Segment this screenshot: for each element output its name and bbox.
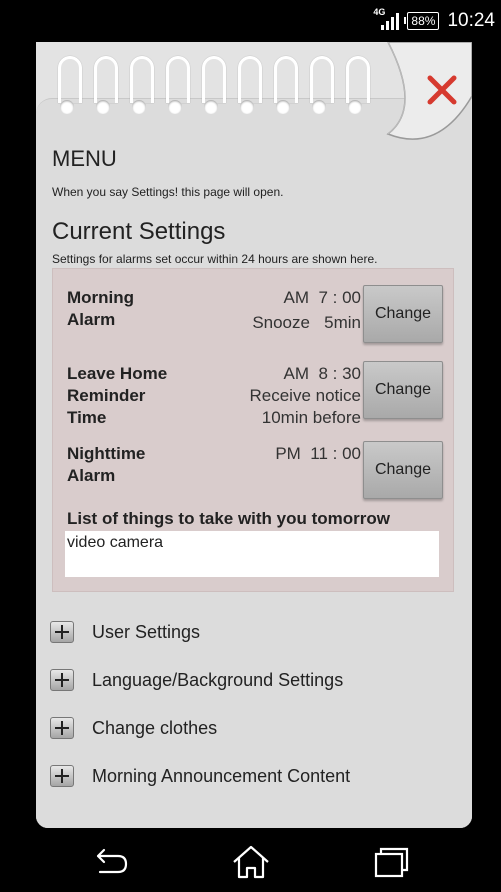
alarm-note: Receive notice xyxy=(249,386,361,405)
binding-ring-icon xyxy=(272,56,298,116)
binding-ring-icon xyxy=(308,56,334,116)
alarm-label-line: Morning xyxy=(67,288,135,307)
alarm-value: PM 11 : 00 xyxy=(275,443,361,465)
binding-ring-icon xyxy=(128,56,154,116)
current-settings-title: Current Settings xyxy=(52,218,226,245)
recents-icon[interactable] xyxy=(366,844,416,880)
plus-icon xyxy=(50,669,74,691)
change-leave-home-button[interactable]: Change xyxy=(363,361,443,419)
take-list-label: List of things to take with you tomorrow xyxy=(67,509,390,528)
alarm-time: AM 7 : 00 xyxy=(283,288,361,307)
binding-ring-icon xyxy=(236,56,262,116)
status-bar: 4G 88% 10:24 xyxy=(0,0,501,42)
menu-item-morning-announcement[interactable]: Morning Announcement Content xyxy=(50,762,350,790)
spiral-binding xyxy=(56,56,370,116)
alarm-label-line: Leave Home xyxy=(67,364,168,383)
binding-ring-icon xyxy=(164,56,190,116)
alarm-label: Morning Alarm xyxy=(67,287,134,331)
menu-item-user-settings[interactable]: User Settings xyxy=(50,618,200,646)
menu-item-label: Language/Background Settings xyxy=(92,669,344,690)
home-icon[interactable] xyxy=(226,844,276,880)
status-icons: 4G 88% 10:24 xyxy=(373,7,495,34)
menu-item-label: Change clothes xyxy=(92,717,218,738)
binding-ring-icon xyxy=(92,56,118,116)
app-screen: 4G 88% 10:24 MENU When you say Settings!… xyxy=(0,0,501,892)
alarm-snooze: Snooze 5min xyxy=(252,313,361,332)
menu-description: When you say Settings! this page will op… xyxy=(52,185,284,199)
alarm-label-line: Nighttime xyxy=(67,444,146,463)
binding-ring-icon xyxy=(56,56,82,116)
alarm-label-line: Time xyxy=(67,408,107,427)
alarm-note: 10min before xyxy=(261,408,361,427)
change-nighttime-alarm-button[interactable]: Change xyxy=(363,441,443,499)
current-settings-panel: Morning Alarm AM 7 : 00 Snooze 5min Chan… xyxy=(52,268,454,592)
menu-item-change-clothes[interactable]: Change clothes xyxy=(50,714,217,742)
alarm-label-line: Alarm xyxy=(67,310,116,329)
alarm-value: AM 7 : 00 Snooze 5min xyxy=(252,287,361,334)
binding-ring-icon xyxy=(200,56,226,116)
change-morning-alarm-button[interactable]: Change xyxy=(363,285,443,343)
alarm-label: Leave Home Reminder Time xyxy=(67,363,167,429)
alarm-time: PM 11 : 00 xyxy=(275,444,361,463)
alarm-label: Nighttime Alarm xyxy=(67,443,145,487)
battery-icon: 88% xyxy=(404,12,440,30)
alarm-time: AM 8 : 30 xyxy=(283,364,361,383)
plus-icon xyxy=(50,621,74,643)
navigation-bar xyxy=(0,830,501,892)
signal-icon: 4G xyxy=(373,7,400,32)
menu-item-label: Morning Announcement Content xyxy=(92,765,351,786)
menu-item-label: User Settings xyxy=(92,621,201,642)
back-icon[interactable] xyxy=(84,844,134,880)
current-settings-description: Settings for alarms set occur within 24 … xyxy=(52,252,378,266)
plus-icon xyxy=(50,765,74,787)
take-list-input[interactable] xyxy=(65,531,439,577)
menu-item-language-background[interactable]: Language/Background Settings xyxy=(50,666,343,694)
plus-icon xyxy=(50,717,74,739)
status-clock: 10:24 xyxy=(447,10,495,31)
alarm-label-line: Alarm xyxy=(67,466,116,485)
alarm-value: AM 8 : 30 Receive notice 10min before xyxy=(249,363,361,429)
alarm-label-line: Reminder xyxy=(67,386,146,405)
notebook-panel: MENU When you say Settings! this page wi… xyxy=(36,42,472,828)
close-x-icon[interactable] xyxy=(422,70,462,110)
menu-title: MENU xyxy=(52,146,117,171)
